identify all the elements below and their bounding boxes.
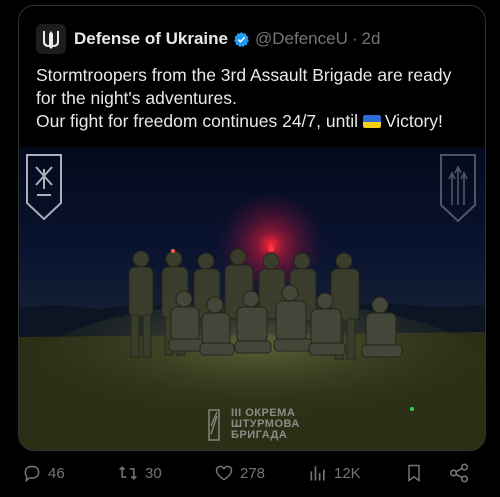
tweet-text-line: for the night's adventures. bbox=[36, 88, 237, 108]
like-count: 278 bbox=[240, 464, 266, 482]
author-name[interactable]: Defense of Ukraine bbox=[74, 29, 228, 49]
repost-button[interactable]: 30 bbox=[117, 449, 162, 497]
reply-button[interactable]: 46 bbox=[22, 449, 65, 497]
tweet-actions: 46 30 278 12K bbox=[0, 449, 500, 497]
tweet-text-segment: Our fight for freedom continues 24/7, un… bbox=[36, 111, 358, 131]
avatar[interactable] bbox=[36, 24, 66, 54]
watermark-text: ІІІ ОКРЕМА ШТУРМОВА БРИГАДА bbox=[231, 408, 300, 441]
tweet-photo[interactable]: ІІІ ОКРЕМА ШТУРМОВА БРИГАДА bbox=[19, 147, 485, 450]
tweet-text-segment: Victory! bbox=[384, 111, 443, 131]
tweet-text: Stormtroopers from the 3rd Assault Briga… bbox=[36, 64, 476, 133]
timestamp[interactable]: 2d bbox=[362, 29, 381, 49]
bookmark-icon bbox=[408, 464, 420, 482]
ukraine-flag-icon bbox=[362, 115, 381, 128]
trident-icon bbox=[43, 31, 59, 49]
reply-count: 46 bbox=[48, 464, 65, 482]
bookmark-button[interactable] bbox=[405, 449, 429, 497]
watermark-line: БРИГАДА bbox=[231, 429, 288, 441]
repost-icon bbox=[119, 466, 137, 480]
verified-badge-icon bbox=[234, 31, 249, 47]
brigade-emblem-icon bbox=[440, 154, 476, 223]
tweet-text-line: Our fight for freedom continues 24/7, un… bbox=[36, 110, 476, 133]
views-button[interactable]: 12K bbox=[308, 449, 361, 497]
tweet-card[interactable]: Defense of Ukraine @DefenceU · 2d Stormt… bbox=[18, 5, 486, 451]
like-button[interactable]: 278 bbox=[214, 449, 265, 497]
share-icon bbox=[449, 463, 469, 483]
tweet-header: Defense of Ukraine @DefenceU · 2d bbox=[36, 23, 475, 55]
author-handle[interactable]: @DefenceU bbox=[255, 29, 348, 49]
repost-count: 30 bbox=[145, 464, 162, 482]
reply-icon bbox=[24, 465, 40, 483]
separator-dot: · bbox=[351, 29, 358, 48]
share-button[interactable] bbox=[448, 449, 476, 497]
views-count: 12K bbox=[334, 464, 361, 482]
tweet-text-line: Stormtroopers from the 3rd Assault Briga… bbox=[36, 65, 452, 85]
photo-illustration bbox=[19, 154, 485, 450]
heart-icon bbox=[215, 465, 233, 481]
brigade-emblem-icon bbox=[26, 154, 62, 221]
views-chart-icon bbox=[310, 466, 325, 481]
